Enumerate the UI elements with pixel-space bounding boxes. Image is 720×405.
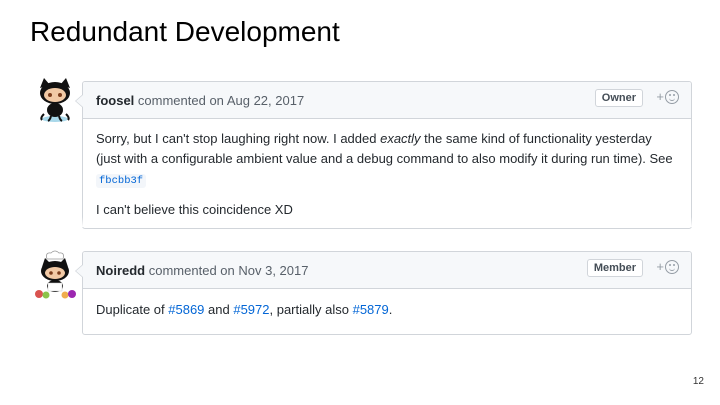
slide-title: Redundant Development [30,16,340,47]
comment-author[interactable]: Noiredd [96,263,145,278]
issue-link[interactable]: #5879 [353,302,389,317]
role-badge: Owner [594,89,643,107]
emphasis-text: exactly [380,131,421,146]
text-segment: (just with a configurable ambient value … [96,151,673,166]
add-reaction-button[interactable]: + [656,89,679,104]
comment-action: commented on [148,263,235,278]
smiley-icon [665,259,679,274]
octocat-icon[interactable] [30,74,80,124]
text-segment: Duplicate of [96,302,169,317]
text-segment: the same kind of functionality yesterday [420,131,652,146]
comment-noiredd: Noiredd commented on Nov 3, 2017 Member … [75,251,692,335]
plus-icon: + [656,259,664,274]
text-segment: , partially also [269,302,353,317]
plus-icon: + [656,89,664,104]
issue-link[interactable]: #5972 [233,302,269,317]
comment-body: Sorry, but I can't stop laughing right n… [83,119,691,232]
comment-date[interactable]: Aug 22, 2017 [227,93,304,108]
add-reaction-button[interactable]: + [656,259,679,274]
issue-link[interactable]: #5869 [168,302,204,317]
text-segment: . [388,302,393,317]
comment-author[interactable]: foosel [96,93,134,108]
fade-overlay [82,217,692,227]
comment-text: Duplicate of #5869 and #5972, partially … [96,300,678,320]
comment-foosel: foosel commented on Aug 22, 2017 Owner +… [75,81,692,232]
comment-action: commented on [137,93,224,108]
text-segment: Sorry, but I can't stop laughing right n… [96,131,381,146]
chef-octocat-icon[interactable] [30,250,80,300]
comment-header: foosel commented on Aug 22, 2017 Owner + [83,82,691,119]
role-badge: Member [586,259,643,277]
comment-text: Sorry, but I can't stop laughing right n… [96,129,678,191]
smiley-icon [665,89,679,104]
text-segment: and [204,302,234,317]
comment-body: Duplicate of #5869 and #5972, partially … [83,289,691,332]
comment-header: Noiredd commented on Nov 3, 2017 Member … [83,252,691,289]
page-number: 12 [692,376,704,387]
comment-date[interactable]: Nov 3, 2017 [238,263,308,278]
commit-link[interactable]: fbcbb3f [96,174,147,188]
